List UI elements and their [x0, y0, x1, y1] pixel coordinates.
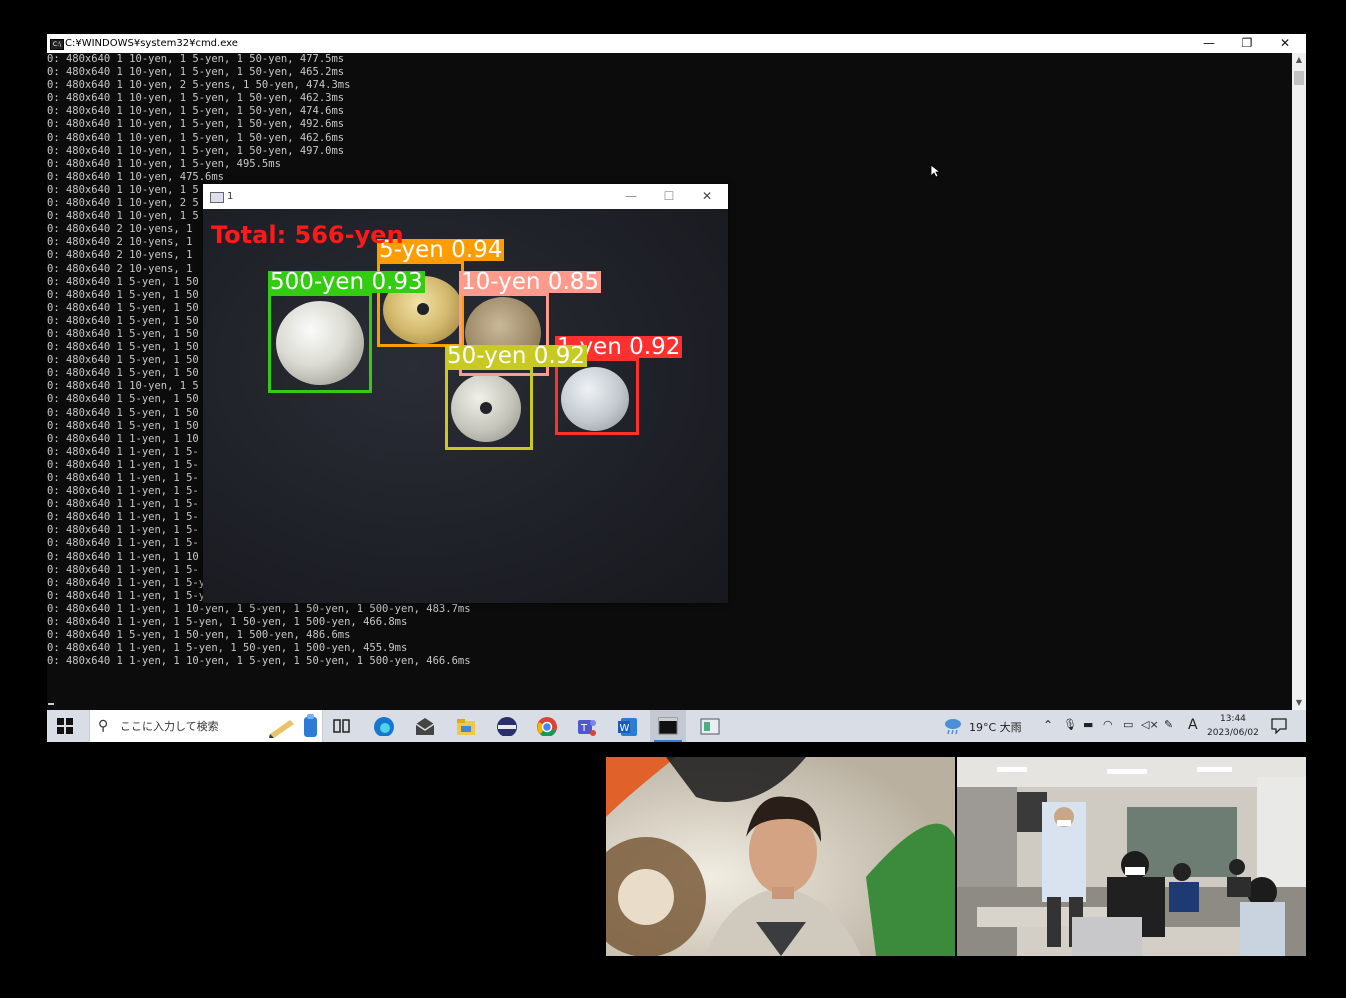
bbox-500-yen: [268, 293, 372, 393]
weather-text[interactable]: 19°C 大雨: [969, 719, 1022, 735]
search-highlight-icon: [304, 714, 317, 737]
cmd-output-line: 0: 480x640 1 10-yen, 1 5-yen, 1 50-yen, …: [47, 92, 345, 105]
search-input[interactable]: ここに入力して検索: [120, 718, 219, 734]
pen-icon[interactable]: ✎: [1164, 718, 1173, 731]
label-50-yen: 50-yen 0.92: [445, 343, 588, 369]
label-10-yen: 10-yen 0.85: [459, 269, 602, 295]
terminal-icon: [658, 717, 678, 735]
chrome-icon[interactable]: [536, 716, 558, 736]
speaker-muted-icon[interactable]: ◁×: [1141, 718, 1159, 731]
camera-frame: 500-yen 0.93 5-yen 0.94 10-yen 0.85 1-ye…: [203, 209, 728, 603]
media-player-icon[interactable]: [496, 716, 518, 736]
cmd-output-line: 0: 480x640 1 1-yen, 1 5-yen, 1 50-yen, 1…: [47, 616, 408, 629]
word-icon[interactable]: W: [617, 716, 639, 736]
video-tile-classroom[interactable]: [957, 757, 1306, 956]
image-viewer-icon[interactable]: [699, 716, 721, 736]
detection-close-button[interactable]: ✕: [688, 184, 726, 209]
cmd-title: C:¥WINDOWS¥system32¥cmd.exe: [65, 38, 238, 49]
taskbar-search[interactable]: ⚲ ここに入力して検索: [89, 710, 323, 742]
windows-start-icon[interactable]: [57, 718, 79, 738]
ime-indicator[interactable]: A: [1188, 717, 1198, 733]
microphone-icon[interactable]: 🎙: [1063, 718, 1077, 731]
weather-rain-icon[interactable]: [943, 717, 963, 735]
cmd-taskbar-button[interactable]: [650, 710, 686, 742]
minimize-button[interactable]: —: [1190, 34, 1228, 53]
video-tile-presenter[interactable]: [606, 757, 955, 956]
cmd-output-line: 0: 480x640 1 5-yen, 1 50-yen, 1 500-yen,…: [47, 629, 351, 642]
detection-title-bar[interactable]: 1 — ☐ ✕: [203, 184, 728, 209]
cmd-output-line: 0: 480x640 1 10-yen, 2 5-yens, 1 50-yen,…: [47, 79, 351, 92]
cmd-output-line: 0: 480x640 1 10-yen, 1 5-yen, 1 50-yen, …: [47, 53, 345, 65]
clock-date: 2023/06/02: [1207, 728, 1259, 738]
cmd-output-line: 0: 480x640 1 1-yen, 1 10-yen, 1 5-yen, 1…: [47, 655, 471, 668]
classroom-video: [957, 757, 1306, 956]
presenter-video: [606, 757, 955, 956]
cmd-output-line: 0: 480x640 1 10-yen, 1 5-yen, 1 50-yen, …: [47, 131, 345, 144]
cmd-output-line: 0: 480x640 1 10-yen, 1 5-yen, 1 50-yen, …: [47, 66, 345, 79]
svg-text:T: T: [580, 723, 588, 734]
detection-window: 1 — ☐ ✕ 500-yen 0.93 5-yen 0.94 10-yen 0…: [203, 184, 728, 603]
battery-icon[interactable]: ▬: [1083, 718, 1093, 731]
scroll-up-icon[interactable]: ▲: [1292, 55, 1306, 64]
cmd-output-line: 0: 480x640 1 10-yen, 1 5-yen, 495.5ms: [47, 157, 281, 170]
detection-minimize-button[interactable]: —: [612, 184, 650, 209]
pencil-doodle-icon: [269, 720, 294, 738]
cmd-output-line: 0: 480x640 1 10-yen, 475.6ms: [47, 170, 225, 183]
cmd-output-line: 0: 480x640 1 1-yen, 1 5-yen, 1 50-yen, 1…: [47, 642, 408, 655]
file-explorer-icon[interactable]: [455, 716, 477, 736]
clock[interactable]: 13:44 2023/06/02: [1207, 712, 1259, 740]
notification-icon[interactable]: [1271, 718, 1287, 734]
clock-time: 13:44: [1219, 714, 1246, 724]
cmd-icon: C:\: [50, 39, 64, 50]
window-icon: [210, 192, 224, 203]
close-button[interactable]: ✕: [1266, 34, 1304, 53]
scroll-down-icon[interactable]: ▼: [1292, 698, 1306, 707]
cmd-output-line: 0: 480x640 1 10-yen, 1 5-yen, 1 50-yen, …: [47, 105, 345, 118]
maximize-button[interactable]: ❐: [1228, 34, 1266, 53]
task-view-icon[interactable]: [333, 718, 355, 738]
chevron-up-icon[interactable]: ⌃: [1043, 718, 1053, 732]
scrollbar[interactable]: ▲ ▼: [1292, 53, 1306, 710]
display-icon[interactable]: ▭: [1123, 718, 1133, 731]
bbox-50-yen: [445, 367, 533, 450]
mouse-pointer-icon: [930, 164, 940, 178]
svg-text:W: W: [620, 723, 630, 734]
search-icon: ⚲: [98, 718, 109, 734]
cmd-output-line: 0: 480x640 1 10-yen, 1 5-yen, 1 50-yen, …: [47, 118, 345, 131]
label-500-yen: 500-yen 0.93: [268, 269, 425, 295]
text-cursor: [48, 703, 54, 705]
cmd-output-line: 0: 480x640 1 1-yen, 1 10-yen, 1 5-yen, 1…: [47, 602, 471, 615]
bbox-1-yen: [555, 358, 639, 435]
detection-maximize-button[interactable]: ☐: [650, 184, 688, 209]
mail-icon[interactable]: [414, 716, 436, 736]
total-amount: Total: 566-yen: [211, 221, 404, 249]
detection-window-title: 1: [227, 191, 234, 202]
taskbar: ⚲ ここに入力して検索 T W 19°C 大雨 ⌃ 🎙 ▬ ◠ ▭ ◁× ✎ A…: [47, 710, 1306, 742]
scroll-thumb[interactable]: [1294, 71, 1304, 85]
teams-icon[interactable]: T: [576, 716, 598, 736]
edge-icon[interactable]: [373, 716, 395, 736]
wifi-icon[interactable]: ◠: [1103, 718, 1113, 731]
cmd-output-line: 0: 480x640 1 10-yen, 1 5-yen, 1 50-yen, …: [47, 144, 345, 157]
cmd-title-bar[interactable]: C:\ C:¥WINDOWS¥system32¥cmd.exe — ❐ ✕: [47, 34, 1306, 53]
